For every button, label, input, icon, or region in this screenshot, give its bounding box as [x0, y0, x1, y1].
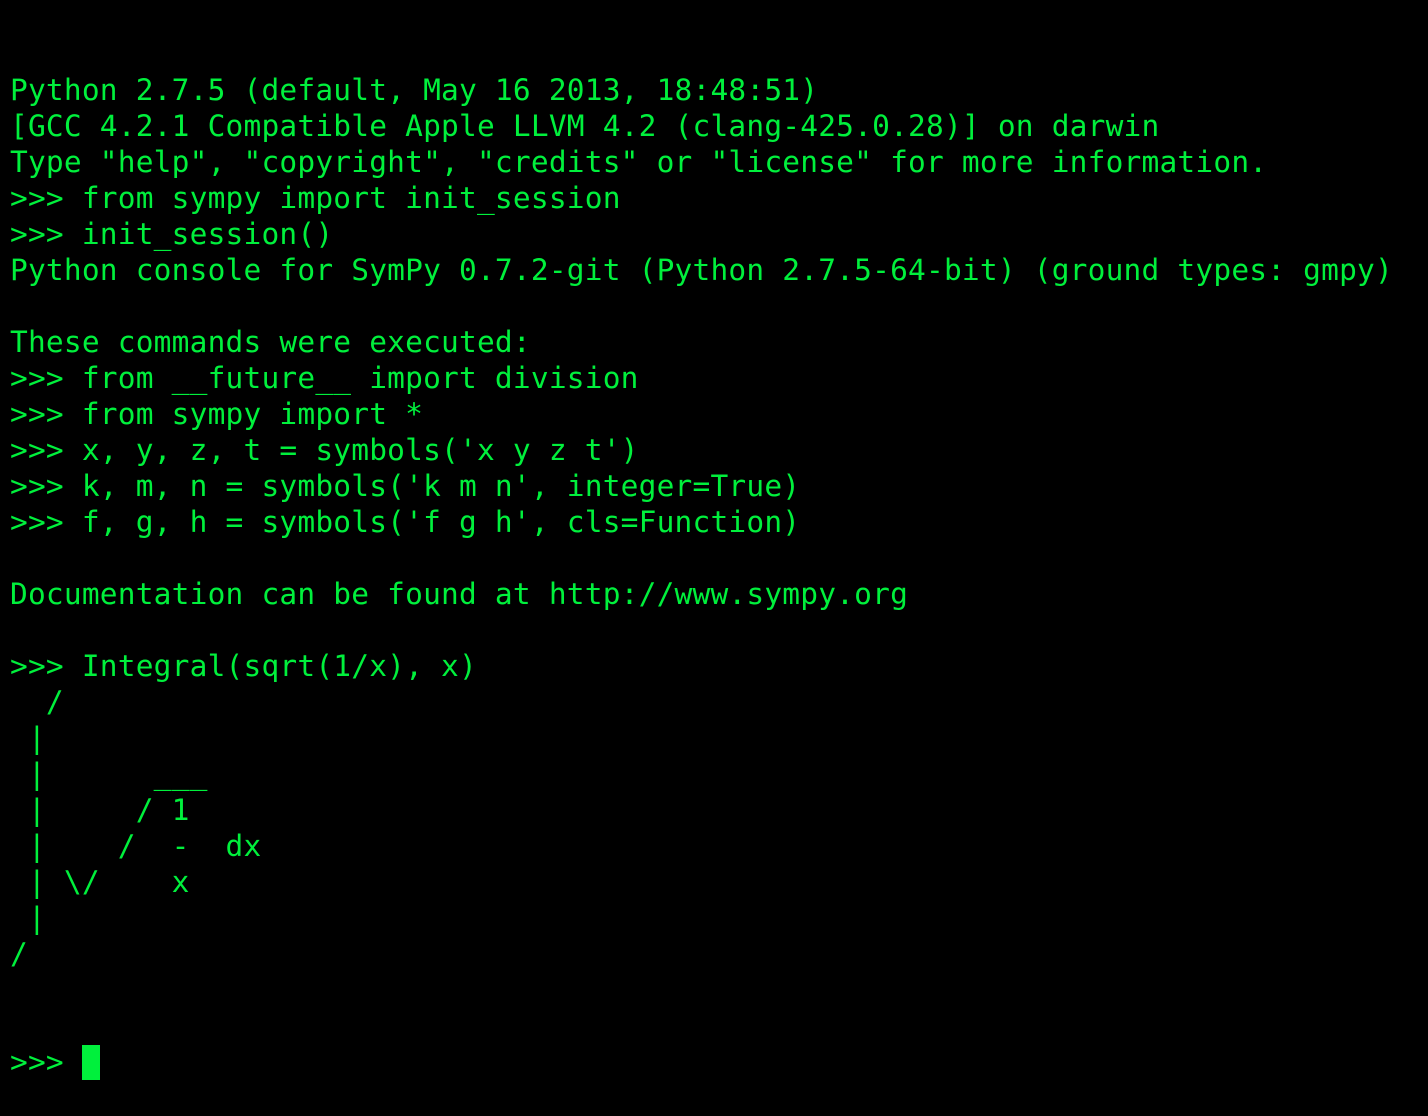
output-line: /: [10, 937, 28, 971]
output-line: /: [10, 685, 64, 719]
output-line: | \/ x: [10, 865, 190, 899]
output-line: |: [10, 721, 46, 755]
terminal-window[interactable]: Python 2.7.5 (default, May 16 2013, 18:4…: [10, 0, 1428, 1080]
output-line: Python console for SymPy 0.7.2-git (Pyth…: [10, 253, 1393, 287]
output-line: Python 2.7.5 (default, May 16 2013, 18:4…: [10, 73, 819, 107]
output-line: | / - dx: [10, 829, 262, 863]
command-line: >>> from sympy import init_session: [10, 181, 621, 215]
prompt: >>>: [10, 1045, 82, 1079]
output-line: |: [10, 901, 46, 935]
text-cursor: [81, 1045, 100, 1080]
command-line: >>> init_session(): [10, 217, 334, 251]
output-line: Type "help", "copyright", "credits" or "…: [10, 145, 1268, 179]
terminal-input-line[interactable]: >>>: [10, 1044, 1428, 1080]
command-line: >>> f, g, h = symbols('f g h', cls=Funct…: [10, 505, 801, 539]
output-line: Documentation can be found at http://www…: [10, 577, 909, 611]
command-line: >>> from __future__ import division: [10, 361, 639, 395]
command-line: >>> from sympy import *: [10, 397, 424, 431]
output-line: | / 1: [10, 793, 190, 827]
command-line: >>> x, y, z, t = symbols('x y z t'): [10, 433, 639, 467]
output-line: These commands were executed:: [10, 325, 531, 359]
output-line: [GCC 4.2.1 Compatible Apple LLVM 4.2 (cl…: [10, 109, 1160, 143]
command-line: >>> Integral(sqrt(1/x), x): [10, 649, 477, 683]
output-line: | ___: [10, 757, 208, 791]
command-line: >>> k, m, n = symbols('k m n', integer=T…: [10, 469, 801, 503]
terminal-output: Python 2.7.5 (default, May 16 2013, 18:4…: [10, 72, 1428, 972]
